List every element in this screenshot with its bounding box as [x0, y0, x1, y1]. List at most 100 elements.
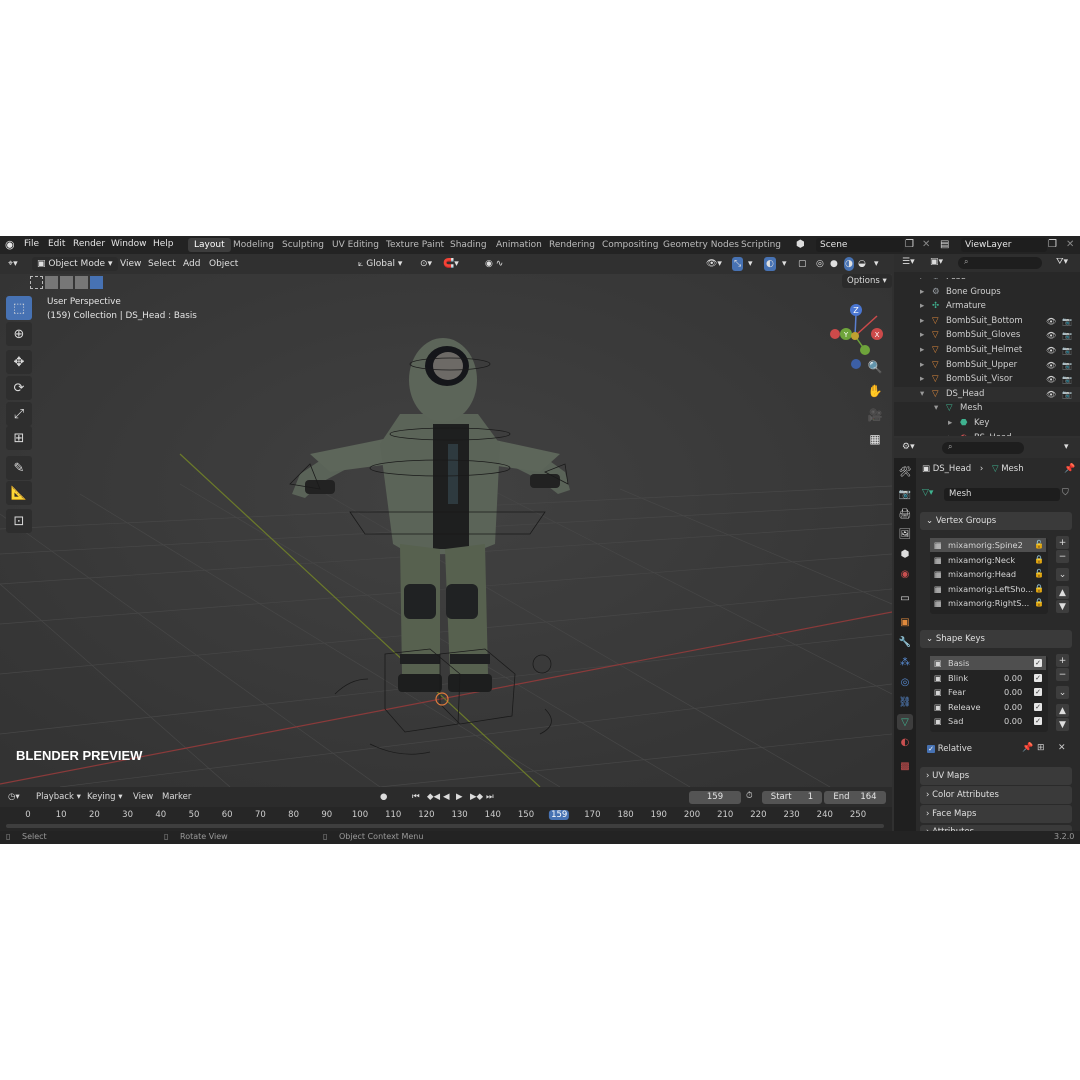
- render-tab-icon[interactable]: 📷: [897, 486, 913, 502]
- vg-specials-button[interactable]: ⌄: [1056, 568, 1069, 581]
- shading-solid-icon[interactable]: ●: [830, 257, 838, 271]
- blender-logo-icon[interactable]: ◉: [5, 238, 15, 251]
- eye-icon[interactable]: 👁: [1046, 358, 1056, 373]
- new-view-layer-icon[interactable]: ❐: [1048, 239, 1057, 250]
- lock-icon[interactable]: 🔒: [1034, 582, 1044, 596]
- color-attributes-panel-header[interactable]: › Color Attributes: [920, 786, 1072, 804]
- play-reverse-icon[interactable]: ◀: [443, 792, 450, 802]
- eye-icon[interactable]: 👁: [1046, 343, 1056, 358]
- expand-right-icon[interactable]: ▸: [948, 431, 952, 436]
- jump-start-icon[interactable]: ⏮: [412, 792, 420, 802]
- shape-key-row[interactable]: ▣ Sad 0.00 ✓: [930, 714, 1046, 728]
- shape-key-value[interactable]: 0.00: [1004, 714, 1022, 728]
- shading-material-icon[interactable]: ◑: [844, 257, 854, 271]
- menu-keying[interactable]: Keying ▾: [87, 792, 123, 802]
- shape-key-row[interactable]: ▣ Blink 0.00 ✓: [930, 671, 1046, 685]
- shape-key-row[interactable]: ▣ Basis ✓: [930, 656, 1046, 670]
- start-frame-field[interactable]: Start 1: [762, 791, 822, 804]
- snap-icon[interactable]: 🧲▾: [443, 257, 459, 271]
- select-subtract-icon[interactable]: [60, 276, 73, 289]
- tool-tab-icon[interactable]: 🛠: [897, 464, 913, 480]
- select-box-tool[interactable]: ⬚: [6, 296, 32, 320]
- ortho-grid-icon[interactable]: ▦: [864, 428, 886, 450]
- eye-icon[interactable]: 👁: [1046, 328, 1056, 343]
- camera-render-icon[interactable]: 📷: [1062, 314, 1072, 329]
- shape-key-mute-checkbox[interactable]: ✓: [1034, 717, 1042, 726]
- outliner-row[interactable]: ▸ ▽ BombSuit_Upper 👁 📷: [894, 358, 1080, 373]
- world-tab-icon[interactable]: ◉: [897, 566, 913, 582]
- outliner-row[interactable]: ▸ ✣ Armature: [894, 299, 1080, 314]
- menu-window[interactable]: Window: [111, 239, 147, 249]
- face-maps-panel-header[interactable]: › Face Maps: [920, 805, 1072, 823]
- properties-editor-icon[interactable]: ⚙▾: [902, 442, 915, 452]
- vg-add-button[interactable]: +: [1056, 536, 1069, 549]
- outliner-row[interactable]: ▸ ▽ BombSuit_Bottom 👁 📷: [894, 314, 1080, 329]
- editor-type-icon[interactable]: ⌖▾: [8, 257, 18, 271]
- sk-add-button[interactable]: +: [1056, 654, 1069, 667]
- shading-wireframe-icon[interactable]: ◎: [816, 257, 824, 271]
- shape-key-mute-checkbox[interactable]: ✓: [1034, 688, 1042, 697]
- fake-user-shield-icon[interactable]: ⛉: [1062, 488, 1069, 498]
- clear-shape-keys-icon[interactable]: ✕: [1058, 743, 1066, 753]
- tab-rendering[interactable]: Rendering: [543, 238, 601, 252]
- 3d-viewport[interactable]: ⌖▾ ▣ Object Mode ▾ View Select Add Objec…: [0, 254, 892, 787]
- options-dropdown[interactable]: Options ▾: [842, 274, 892, 288]
- collection-tab-icon[interactable]: ▭: [897, 590, 913, 606]
- timeline[interactable]: ◷▾ Playback ▾ Keying ▾ View Marker ● ⏮ ◆…: [0, 787, 892, 831]
- vertex-group-row[interactable]: ▦ mixamorig:LeftSho... 🔒: [930, 582, 1046, 596]
- expand-right-icon[interactable]: ▸: [920, 343, 924, 358]
- outliner-editor-icon[interactable]: ☰▾: [902, 257, 915, 267]
- physics-tab-icon[interactable]: ◎: [897, 674, 913, 690]
- tab-texture-paint[interactable]: Texture Paint: [380, 238, 450, 252]
- expand-right-icon[interactable]: ▸: [920, 299, 924, 314]
- stopwatch-icon[interactable]: ⏱: [746, 791, 753, 801]
- gizmo-toggle-icon[interactable]: ⤡: [732, 257, 744, 271]
- zoom-icon[interactable]: 🔍: [864, 356, 886, 378]
- eye-icon[interactable]: 👁: [1046, 372, 1056, 387]
- menu-add[interactable]: Add: [183, 257, 200, 271]
- expand-right-icon[interactable]: ▸: [920, 358, 924, 373]
- menu-marker[interactable]: Marker: [162, 792, 191, 802]
- sk-specials-button[interactable]: ⌄: [1056, 686, 1069, 699]
- vertex-groups-panel-header[interactable]: ⌄ Vertex Groups: [920, 512, 1072, 530]
- timeline-scrollbar[interactable]: [6, 824, 884, 828]
- unlock-icon[interactable]: 🔓: [1034, 538, 1044, 552]
- shape-key-value[interactable]: 0.00: [1004, 685, 1022, 699]
- pivot-icon[interactable]: ⊙▾: [420, 257, 432, 271]
- unlock-icon[interactable]: 🔓: [1034, 567, 1044, 581]
- outliner-row[interactable]: ▸ ◐ BS_Head: [894, 431, 1080, 436]
- output-tab-icon[interactable]: 🖨: [897, 506, 913, 522]
- outliner-row[interactable]: ▸ ⬣ Key: [894, 416, 1080, 431]
- close-view-layer-icon[interactable]: ✕: [1066, 239, 1074, 250]
- menu-playback[interactable]: Playback ▾: [36, 792, 81, 802]
- add-cube-tool[interactable]: ⊡: [6, 509, 32, 533]
- shape-key-value[interactable]: 0.00: [1004, 700, 1022, 714]
- properties-options-icon[interactable]: ▾: [1064, 442, 1069, 452]
- shape-key-row[interactable]: ▣ Releave 0.00 ✓: [930, 700, 1046, 714]
- sk-move-down-button[interactable]: ▼: [1056, 718, 1069, 731]
- camera-render-icon[interactable]: 📷: [1062, 328, 1072, 343]
- expand-right-icon[interactable]: ▸: [920, 278, 924, 285]
- mesh-name-field[interactable]: Mesh: [944, 488, 1060, 501]
- gizmo-dropdown-icon[interactable]: ▾: [748, 257, 753, 271]
- menu-file[interactable]: File: [24, 239, 39, 249]
- play-icon[interactable]: ▶: [456, 792, 463, 802]
- camera-render-icon[interactable]: 📷: [1062, 372, 1072, 387]
- rotate-tool[interactable]: ⟳: [6, 376, 32, 400]
- pin-icon[interactable]: 📌: [1064, 464, 1075, 474]
- constraints-tab-icon[interactable]: ⛓: [897, 694, 913, 710]
- expand-down-icon[interactable]: ▾: [934, 401, 938, 416]
- jump-end-icon[interactable]: ⏭: [486, 792, 494, 802]
- tab-layout[interactable]: Layout: [188, 238, 231, 252]
- outliner-row[interactable]: ▾ ▽ DS_Head 👁 📷: [894, 387, 1080, 402]
- shape-key-mute-checkbox[interactable]: ✓: [1034, 673, 1042, 682]
- outliner-search-input[interactable]: ⌕: [958, 257, 1042, 269]
- camera-render-icon[interactable]: 📷: [1062, 387, 1072, 402]
- menu-object[interactable]: Object: [209, 257, 238, 271]
- new-scene-icon[interactable]: ❐: [905, 239, 914, 250]
- cursor-tool[interactable]: ⊕: [6, 322, 32, 346]
- menu-view[interactable]: View: [120, 257, 141, 271]
- select-extend-icon[interactable]: [45, 276, 58, 289]
- measure-tool[interactable]: 📐: [6, 481, 32, 505]
- sk-remove-button[interactable]: −: [1056, 668, 1069, 681]
